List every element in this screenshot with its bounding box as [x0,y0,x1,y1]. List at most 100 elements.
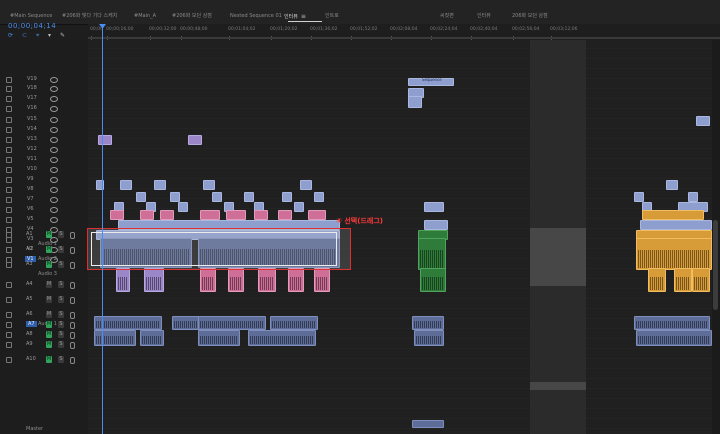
timeline-clip[interactable] [688,192,698,202]
voiceover-mic-icon[interactable] [70,247,75,254]
lock-icon[interactable] [6,342,12,348]
track-name[interactable]: V14 [27,126,37,132]
voiceover-mic-icon[interactable] [70,282,75,289]
eye-icon[interactable] [50,127,58,133]
timeline-clip[interactable] [634,316,710,330]
scrollbar-thumb[interactable] [713,220,718,310]
timeline-clip[interactable] [200,210,220,220]
timeline-clip[interactable] [178,202,188,212]
playhead-line[interactable] [102,24,103,434]
tab-0[interactable]: #Main Sequence [10,0,52,24]
track-name[interactable]: V7 [27,196,34,202]
solo-button[interactable]: S [58,331,64,338]
timeline-clip[interactable] [94,330,136,346]
timeline-clip[interactable] [314,192,324,202]
voiceover-mic-icon[interactable] [70,357,75,364]
lock-icon[interactable] [6,96,12,102]
eye-icon[interactable] [50,167,58,173]
track-id[interactable]: A5 [26,296,33,302]
timeline-clip[interactable] [666,180,678,190]
timeline-clip[interactable] [420,268,446,292]
solo-button[interactable]: S [58,356,64,363]
timeline-clip[interactable] [254,210,268,220]
lock-icon[interactable] [6,127,12,133]
timeline-clip[interactable] [300,180,312,190]
eye-icon[interactable] [50,207,58,213]
marker-icon[interactable]: ▾ [48,32,51,39]
track-id[interactable]: A10 [26,356,36,362]
tab-2[interactable]: #Main_A [134,0,156,24]
lock-icon[interactable] [6,312,12,318]
solo-button[interactable]: S [58,321,64,328]
lock-icon[interactable] [6,207,12,213]
mute-button[interactable]: M [46,341,52,348]
tab-3[interactable]: #206화 모던 상점 [172,0,212,24]
timeline-clip[interactable] [144,268,164,292]
track-name[interactable]: V15 [27,116,37,122]
timeline-clip[interactable] [154,180,166,190]
timeline-clip[interactable] [140,330,164,346]
mute-button[interactable]: M [46,246,52,253]
lock-icon[interactable] [6,117,12,123]
tab-7[interactable]: 씨컷편 [440,0,454,24]
solo-button[interactable]: S [58,281,64,288]
eye-icon[interactable] [50,86,58,92]
lock-icon[interactable] [6,217,12,223]
timeline-clip[interactable] [188,135,202,145]
add-marker-icon[interactable]: ⌖ [36,32,39,40]
track-name[interactable]: V8 [27,186,34,192]
track-name[interactable]: V10 [27,166,37,172]
lock-icon[interactable] [6,357,12,363]
timeline-clip[interactable] [634,192,644,202]
timeline-clip[interactable] [314,268,330,292]
solo-button[interactable]: S [58,296,64,303]
mute-button[interactable]: M [46,296,52,303]
tab-6[interactable]: 인트로 [325,0,339,24]
voiceover-mic-icon[interactable] [70,312,75,319]
eye-icon[interactable] [50,157,58,163]
timeline-clip[interactable] [674,268,692,292]
solo-button[interactable]: S [58,231,64,238]
empty-clip-placeholder[interactable] [530,228,586,286]
timeline-clip[interactable] [110,210,124,220]
voiceover-mic-icon[interactable] [70,332,75,339]
timeline-clip[interactable] [98,135,112,145]
wrench-icon[interactable]: ✎ [60,32,65,39]
lock-icon[interactable] [6,332,12,338]
voiceover-mic-icon[interactable] [70,342,75,349]
lock-icon[interactable] [6,282,12,288]
timeline-clip[interactable] [170,192,180,202]
lock-icon[interactable] [6,167,12,173]
timeline-clip[interactable] [136,192,146,202]
playhead-timecode[interactable]: 00;00;04;14 [8,22,56,30]
lock-icon[interactable] [6,197,12,203]
timeline-clip[interactable] [636,238,712,270]
timeline-clip[interactable] [228,268,244,292]
track-name[interactable]: V9 [27,176,34,182]
timeline-clip[interactable] [203,180,215,190]
timeline-clip[interactable] [200,268,216,292]
timeline-clip[interactable] [288,268,304,292]
timeline-clip[interactable] [418,238,446,270]
track-id[interactable]: A1 [26,231,33,237]
timeline-clip[interactable] [408,96,422,108]
solo-button[interactable]: S [58,246,64,253]
voiceover-mic-icon[interactable] [70,297,75,304]
track-id[interactable]: A2 [26,246,33,252]
solo-button[interactable]: S [58,261,64,268]
lock-icon[interactable] [6,157,12,163]
track-id[interactable]: A6 [26,311,33,317]
track-name[interactable]: V6 [27,206,34,212]
mute-button[interactable]: M [46,331,52,338]
timeline-clip[interactable] [198,330,240,346]
timeline-clip[interactable] [412,420,444,428]
track-id[interactable]: A8 [26,331,33,337]
timeline-clip[interactable] [642,210,704,220]
track-name[interactable]: V19 [27,76,37,82]
track-id[interactable]: A3 [26,261,33,267]
mute-button[interactable]: M [46,321,52,328]
track-name[interactable]: V12 [27,146,37,152]
lock-icon[interactable] [6,322,12,328]
track-name[interactable]: V5 [27,216,34,222]
lock-icon[interactable] [6,262,12,268]
